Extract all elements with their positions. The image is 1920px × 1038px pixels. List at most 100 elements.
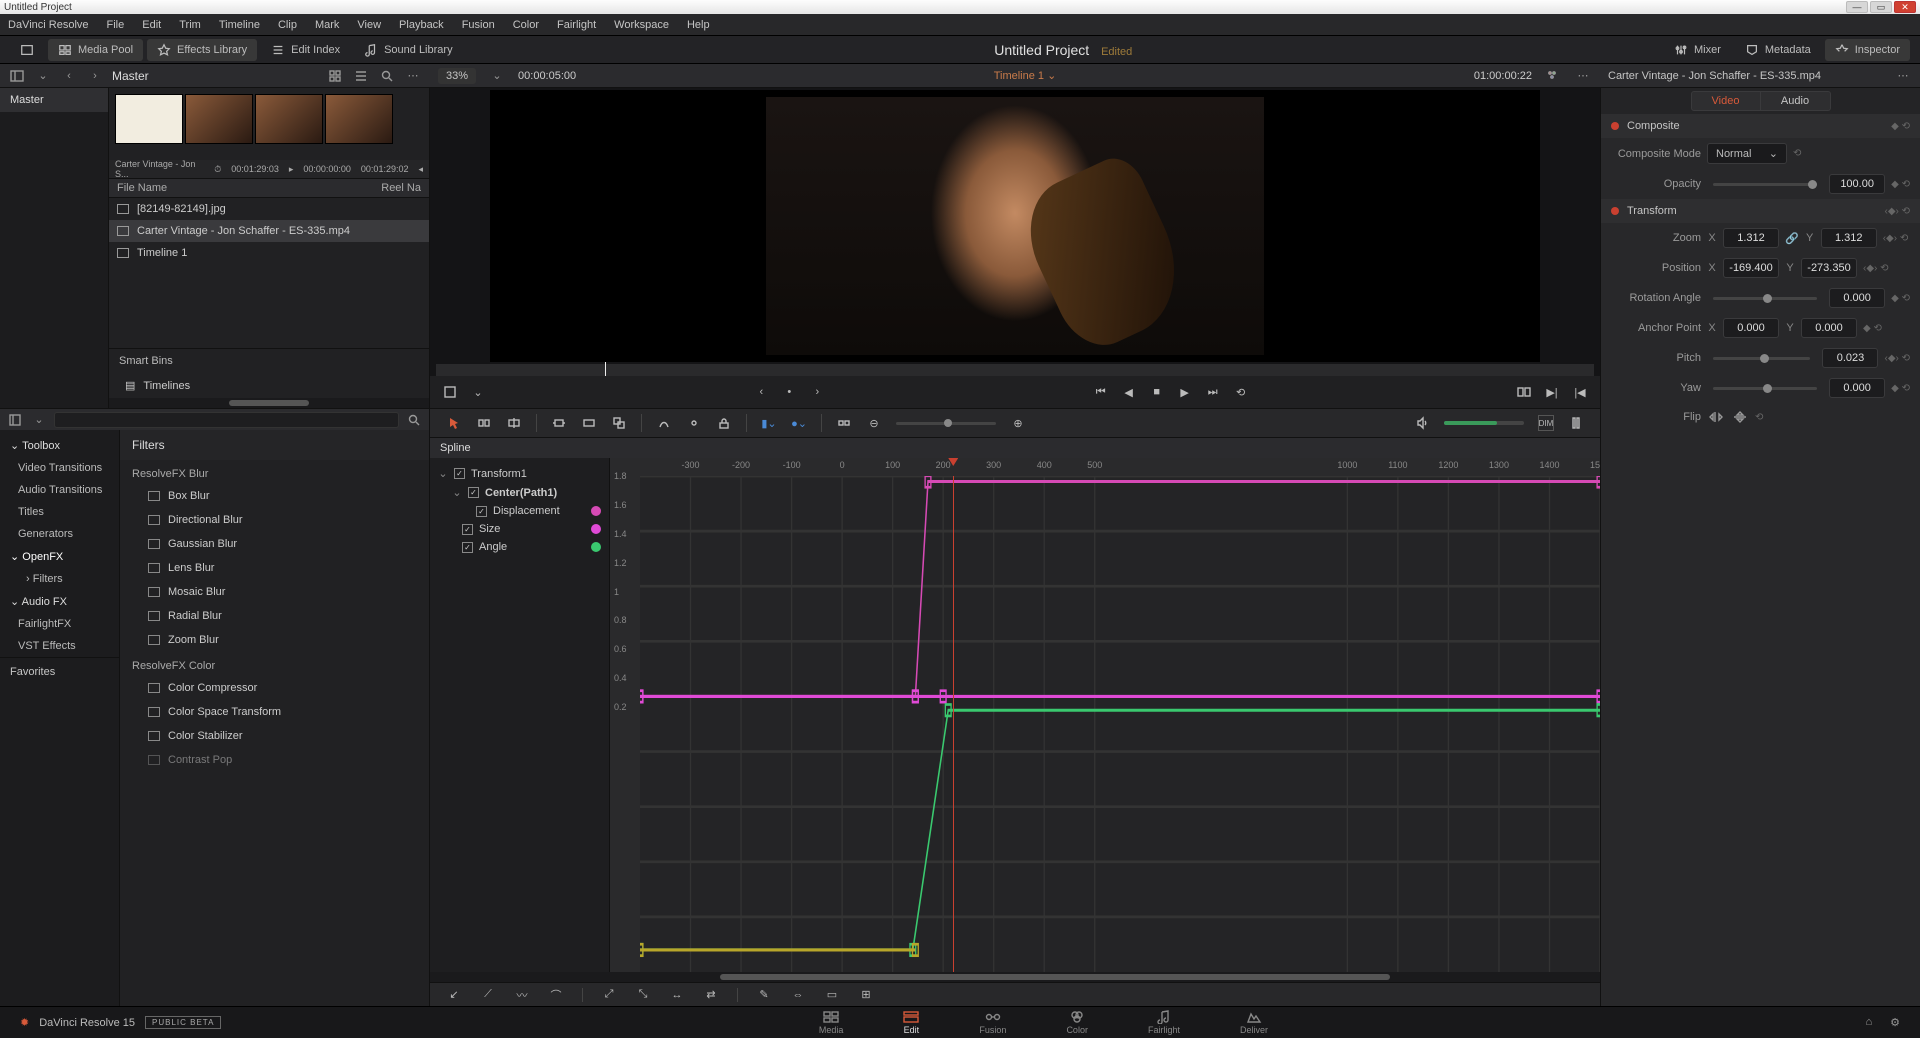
go-end-icon[interactable]: ▶|: [1544, 384, 1560, 400]
chevron-down-icon[interactable]: ⌄: [438, 467, 448, 480]
dim-button[interactable]: DIM: [1538, 415, 1554, 431]
zoom-y-input[interactable]: 1.312: [1821, 228, 1877, 248]
settings-icon[interactable]: ⚙: [1890, 1016, 1900, 1029]
loop-icon[interactable]: ⟲: [1233, 384, 1249, 400]
link-icon[interactable]: 🔗: [1785, 232, 1799, 245]
effect-item[interactable]: Box Blur: [120, 484, 429, 508]
palette-icon[interactable]: [1544, 67, 1562, 85]
crop-icon[interactable]: [442, 384, 458, 400]
anchor-y-input[interactable]: 0.000: [1801, 318, 1857, 338]
effects-tree-item[interactable]: Titles: [0, 501, 119, 523]
prev-edit-icon[interactable]: ‹: [753, 384, 769, 400]
stop-icon[interactable]: ■: [1149, 384, 1165, 400]
effect-item[interactable]: Color Space Transform: [120, 700, 429, 724]
clip-thumbstrip[interactable]: [109, 88, 429, 160]
spline-scrollbar[interactable]: [430, 972, 1600, 982]
enable-dot-icon[interactable]: [1611, 207, 1619, 215]
media-pool-scrollbar[interactable]: [109, 398, 429, 408]
lock-icon[interactable]: [716, 415, 732, 431]
spline-tool-icon[interactable]: ⌒: [548, 987, 564, 1003]
page-tab-fusion[interactable]: Fusion: [979, 1010, 1006, 1035]
page-tab-edit[interactable]: Edit: [903, 1010, 919, 1035]
menu-item[interactable]: Timeline: [219, 19, 260, 31]
spline-tree-item[interactable]: ✓Size: [434, 520, 605, 538]
keyframe-button[interactable]: ◆ ⟲: [1891, 383, 1910, 394]
spline-tool-icon[interactable]: ⊞: [858, 987, 874, 1003]
keyframe-button[interactable]: ‹◆› ⟲: [1863, 263, 1889, 274]
first-frame-icon[interactable]: ⏮: [1093, 384, 1109, 400]
zoom-slider[interactable]: [896, 422, 996, 425]
spline-tool-icon[interactable]: ▭: [824, 987, 840, 1003]
smart-bin-item[interactable]: ▤Timelines: [109, 373, 429, 398]
menu-item[interactable]: Trim: [179, 19, 201, 31]
retime-icon[interactable]: [656, 415, 672, 431]
list-view-icon[interactable]: [352, 67, 370, 85]
nav-fwd-icon[interactable]: ›: [86, 67, 104, 85]
effect-item[interactable]: Mosaic Blur: [120, 580, 429, 604]
flag-icon[interactable]: ▮⌄: [761, 415, 777, 431]
window-maximize[interactable]: ▭: [1870, 1, 1892, 13]
nav-back-icon[interactable]: ‹: [60, 67, 78, 85]
checkbox[interactable]: ✓: [454, 468, 465, 479]
effect-item[interactable]: Color Compressor: [120, 676, 429, 700]
zoom-in-icon[interactable]: ⊕: [1010, 415, 1026, 431]
flip-h-button[interactable]: [1707, 408, 1725, 426]
spline-graph[interactable]: 0.20.40.60.811.21.41.61.8 -300-200-10001…: [610, 458, 1600, 972]
menu-item[interactable]: Mark: [315, 19, 339, 31]
anchor-x-input[interactable]: 0.000: [1723, 318, 1779, 338]
home-icon[interactable]: ⌂: [1865, 1016, 1872, 1029]
zoom-level[interactable]: 33%: [438, 68, 476, 84]
pos-x-input[interactable]: -169.400: [1723, 258, 1779, 278]
chevron-down-icon[interactable]: ⌄: [34, 67, 52, 85]
chevron-down-icon[interactable]: ⌄: [452, 486, 462, 499]
menu-item[interactable]: View: [357, 19, 381, 31]
spline-tool-icon[interactable]: ⇔: [790, 987, 806, 1003]
pitch-input[interactable]: 0.023: [1822, 348, 1878, 368]
pos-y-input[interactable]: -273.350: [1801, 258, 1857, 278]
viewer-canvas[interactable]: [490, 90, 1540, 362]
insert-tool-icon[interactable]: [506, 415, 522, 431]
more-options-icon[interactable]: ⋯: [1894, 67, 1912, 85]
volume-slider[interactable]: [1444, 421, 1524, 425]
menu-item[interactable]: Edit: [142, 19, 161, 31]
menu-item[interactable]: Fairlight: [557, 19, 596, 31]
play-reverse-icon[interactable]: ◀: [1121, 384, 1137, 400]
effect-item[interactable]: Lens Blur: [120, 556, 429, 580]
composite-mode-select[interactable]: Normal⌄: [1707, 143, 1787, 164]
zoom-x-input[interactable]: 1.312: [1723, 228, 1779, 248]
window-minimize[interactable]: —: [1846, 1, 1868, 13]
flip-v-button[interactable]: [1731, 408, 1749, 426]
search-icon[interactable]: [405, 411, 423, 429]
spline-tool-icon[interactable]: ↙: [446, 987, 462, 1003]
timeline-selector[interactable]: Timeline 1 ⌄: [588, 69, 1462, 82]
audio-mute-icon[interactable]: [1414, 415, 1430, 431]
effects-tree-item[interactable]: Audio Transitions: [0, 479, 119, 501]
page-tab-color[interactable]: Color: [1066, 1010, 1088, 1035]
effect-item[interactable]: Zoom Blur: [120, 628, 429, 652]
spline-tool-icon[interactable]: ⤡: [635, 987, 651, 1003]
sound-library-toggle[interactable]: Sound Library: [354, 39, 463, 61]
effect-item[interactable]: Contrast Pop: [120, 748, 429, 772]
inspector-tab-audio[interactable]: Audio: [1761, 91, 1831, 111]
effect-item[interactable]: Gaussian Blur: [120, 532, 429, 556]
audio-meter-icon[interactable]: [1568, 415, 1584, 431]
spline-tree-item[interactable]: ✓Displacement: [434, 502, 605, 520]
selection-tool-icon[interactable]: [446, 415, 462, 431]
yaw-input[interactable]: 0.000: [1829, 378, 1885, 398]
keyframe-button[interactable]: ‹◆› ⟲: [1883, 233, 1909, 244]
layout-menu[interactable]: [10, 39, 44, 61]
effects-tree-item[interactable]: ⌄ OpenFX: [0, 545, 119, 568]
opacity-slider[interactable]: [1713, 183, 1817, 186]
link-icon[interactable]: [686, 415, 702, 431]
file-row[interactable]: Timeline 1: [109, 242, 429, 264]
insert-clip-icon[interactable]: [551, 415, 567, 431]
inspector-section-composite[interactable]: Composite ◆ ⟲: [1601, 114, 1920, 138]
grid-view-icon[interactable]: [326, 67, 344, 85]
file-row[interactable]: Carter Vintage - Jon Schaffer - ES-335.m…: [109, 220, 429, 242]
page-tab-deliver[interactable]: Deliver: [1240, 1010, 1268, 1035]
zoom-out-icon[interactable]: ⊖: [866, 415, 882, 431]
effects-search-input[interactable]: [54, 412, 399, 428]
opacity-input[interactable]: 100.00: [1829, 174, 1885, 194]
more-options-icon[interactable]: ⋯: [404, 67, 422, 85]
page-tab-media[interactable]: Media: [819, 1010, 844, 1035]
